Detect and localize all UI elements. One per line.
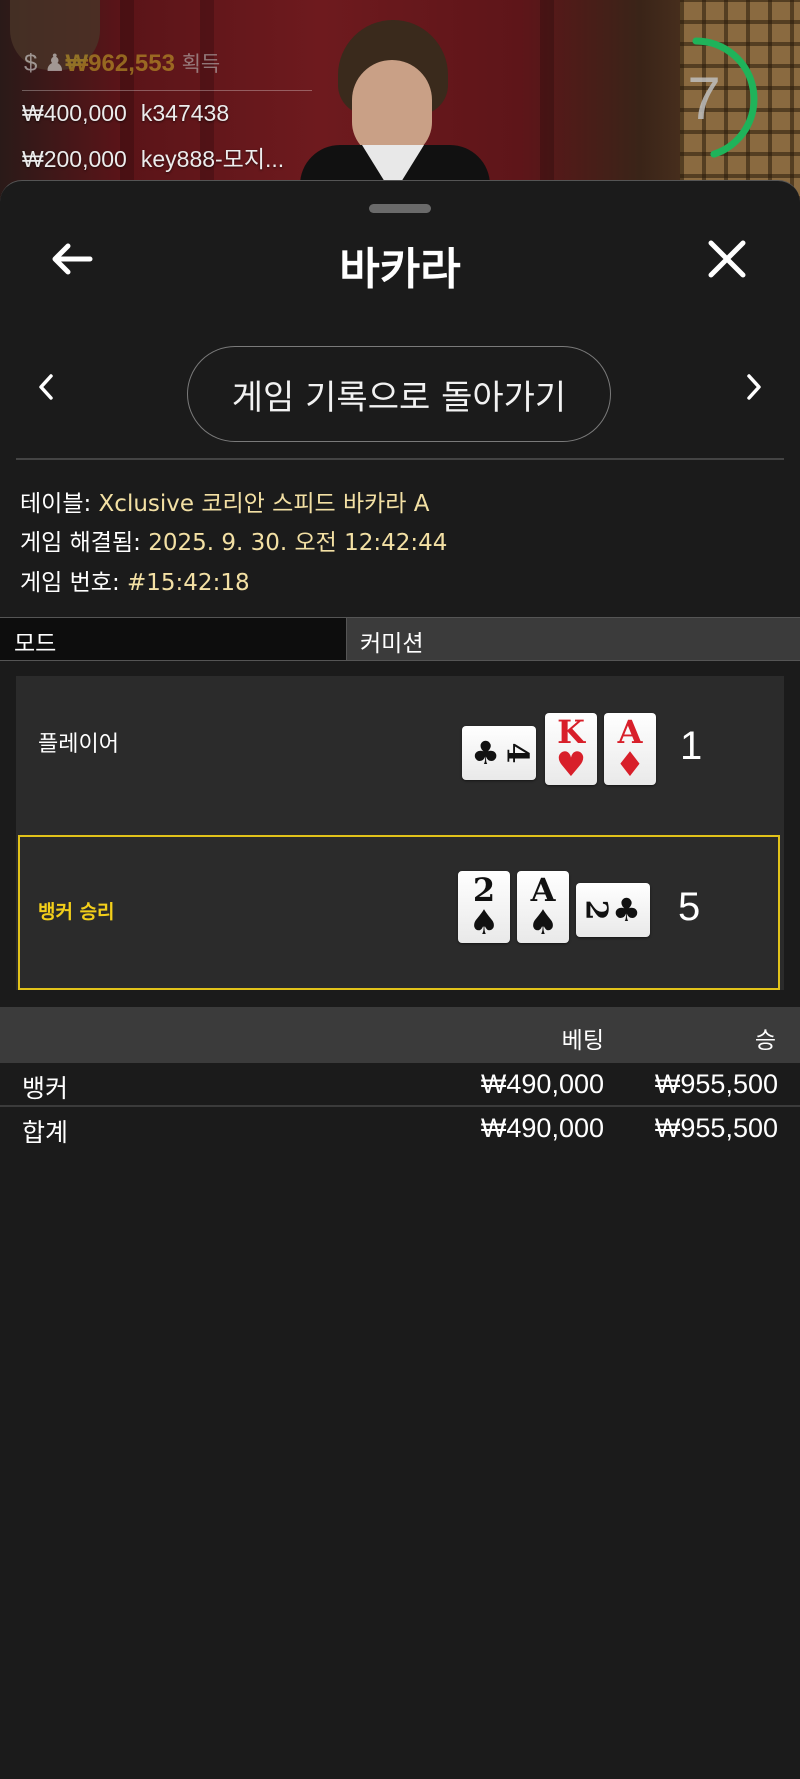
page-title: 바카라 — [339, 244, 461, 295]
game-number-info: 게임 번호: #15:42:18 — [20, 563, 250, 597]
dealer-figure — [290, 20, 500, 200]
close-icon — [708, 240, 746, 278]
feed-divider — [22, 90, 312, 91]
feed-user: key888-모지... — [140, 146, 285, 172]
countdown-number: 7 — [687, 65, 721, 132]
table-row-total: 합계 ₩490,000 ₩955,500 — [0, 1107, 800, 1149]
win-amount: ₩962,553 — [65, 50, 175, 77]
bet-feed-item: ₩400,000 k347438 — [22, 100, 229, 127]
next-game-button[interactable] — [734, 367, 774, 407]
playing-card: 2 ♣ — [576, 883, 650, 937]
game-number-value: #15:42:18 — [127, 570, 250, 596]
resolved-value: 2025. 9. 30. 오전 12:42:44 — [148, 530, 448, 556]
bet-column-header: 베팅 — [561, 1028, 604, 1054]
sheet-drag-handle[interactable] — [369, 204, 431, 213]
mode-label: 모드 — [14, 631, 57, 657]
bet-amount: ₩490,000 — [480, 1069, 604, 1099]
total-win-amount: ₩955,500 — [654, 1113, 778, 1143]
player-score: 1 — [680, 724, 703, 768]
chevron-right-icon — [747, 374, 761, 400]
live-video-background: $ ♟₩962,553 획득 ₩400,000 k347438 ₩200,000 k… — [0, 0, 800, 200]
feed-user: k347438 — [140, 100, 230, 126]
section-divider — [16, 458, 784, 460]
playing-card: ♣ 4 — [462, 726, 536, 780]
round-result: 플레이어 ♣ 4 K ♥ A ♦ 1 뱅커 승리 2 ♠ A ♠ 2 ♣ 5 — [16, 676, 784, 990]
player-hand: 플레이어 ♣ 4 K ♥ A ♦ 1 — [16, 676, 784, 816]
feed-amount: ₩400,000 — [22, 100, 127, 126]
banker-score: 5 — [678, 885, 701, 929]
player-label: 플레이어 — [38, 732, 119, 757]
bets-table-header: 베팅 승 — [0, 1007, 800, 1063]
banker-win-label: 뱅커 승리 — [38, 901, 115, 923]
close-button[interactable] — [697, 229, 757, 289]
win-amount: ₩955,500 — [654, 1069, 778, 1099]
win-label: 획득 — [181, 53, 221, 76]
bet-name: 뱅커 — [22, 1074, 69, 1103]
resolved-label: 게임 해결됨: — [20, 530, 141, 556]
total-bet-amount: ₩490,000 — [480, 1113, 604, 1143]
bet-feed-item: ₩200,000 key888-모지... — [22, 140, 284, 174]
mode-bar: 모드 커미션 — [0, 617, 800, 661]
playing-card: K ♥ — [545, 713, 597, 785]
game-number-label: 게임 번호: — [20, 570, 120, 596]
previous-game-button[interactable] — [26, 367, 66, 407]
table-label: 테이블: — [20, 491, 92, 517]
playing-card: A ♠ — [517, 871, 569, 943]
back-to-history-button[interactable]: 게임 기록으로 돌아가기 — [187, 346, 611, 442]
total-label: 합계 — [22, 1118, 69, 1147]
curtain-fold — [540, 0, 554, 200]
chevron-left-icon — [39, 374, 53, 400]
table-info: 테이블: Xclusive 코리안 스피드 바카라 A — [20, 484, 429, 518]
commission-label: 커미션 — [360, 631, 424, 657]
playing-card: 2 ♠ — [458, 871, 510, 943]
banker-hand: 뱅커 승리 2 ♠ A ♠ 2 ♣ 5 — [18, 835, 780, 990]
game-history-sheet: 바카라 게임 기록으로 돌아가기 테이블: Xclusive 코리안 스피드 바… — [0, 180, 800, 1779]
feed-amount: ₩200,000 — [22, 146, 127, 172]
table-value: Xclusive 코리안 스피드 바카라 A — [98, 491, 430, 517]
win-announcement: $ ♟₩962,553 획득 — [24, 50, 221, 77]
playing-card: A ♦ — [604, 713, 656, 785]
table-row: 뱅커 ₩490,000 ₩955,500 — [0, 1063, 800, 1107]
win-column-header: 승 — [754, 1028, 776, 1054]
resolved-info: 게임 해결됨: 2025. 9. 30. 오전 12:42:44 — [20, 523, 447, 557]
